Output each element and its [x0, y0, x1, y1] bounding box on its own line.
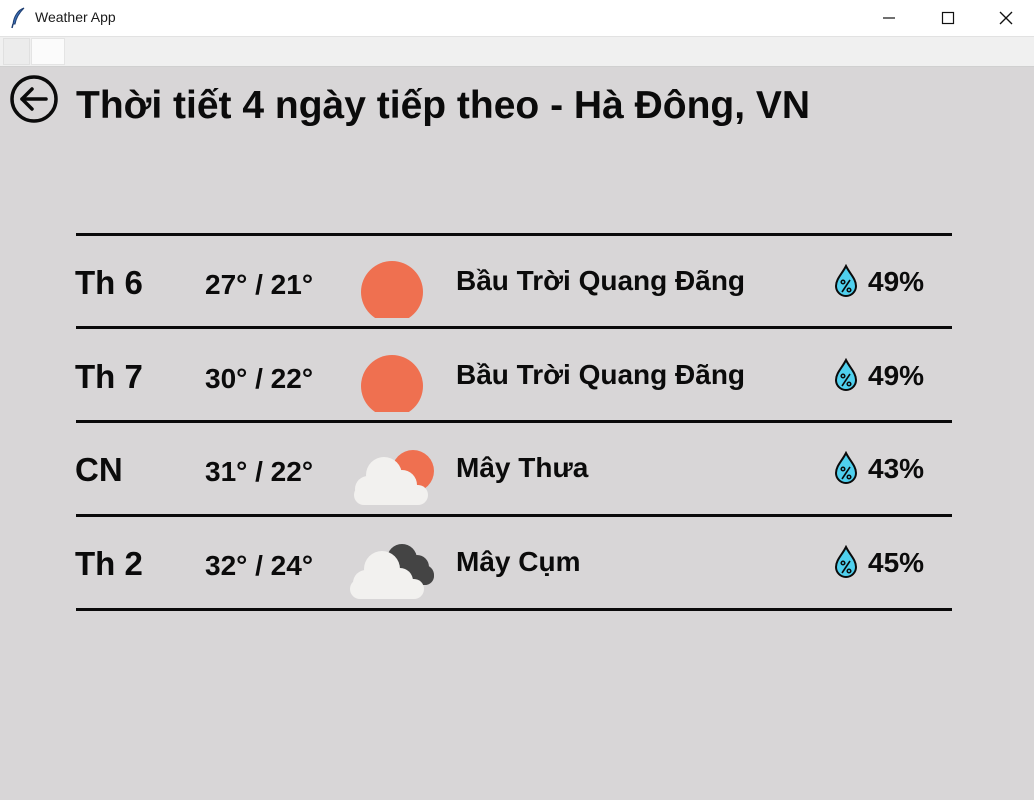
few-clouds-icon: [354, 450, 434, 505]
divider: [76, 326, 952, 329]
forecast-row: Th 7 30° / 22° Bầu Trời Quang Đãng 49%: [0, 330, 1034, 420]
close-button[interactable]: [977, 0, 1034, 36]
forecast-description: Mây Cụm: [456, 546, 581, 577]
forecast-day: Th 6: [75, 264, 143, 301]
sun-icon: [361, 261, 423, 318]
tab-2[interactable]: [31, 38, 65, 65]
page-title: Thời tiết 4 ngày tiếp theo - Hà Đông, VN: [76, 84, 811, 127]
feather-icon: [11, 7, 25, 29]
minimize-button[interactable]: [860, 0, 918, 36]
sun-icon: [361, 355, 423, 412]
forecast-description: Mây Thưa: [456, 452, 589, 483]
humidity-drop-icon: [834, 545, 858, 578]
forecast-day: CN: [75, 451, 123, 488]
humidity-drop-icon: [834, 264, 858, 297]
minimize-icon: [883, 17, 895, 19]
close-icon: [999, 11, 1013, 25]
divider: [76, 608, 952, 611]
forecast-humidity: 49%: [868, 360, 925, 391]
forecast-temp: 31° / 22°: [205, 456, 314, 487]
forecast-row: Th 6 27° / 21° Bầu Trời Quang Đãng 49%: [0, 236, 1034, 326]
forecast-day: Th 7: [75, 358, 143, 395]
humidity-drop-icon: [834, 451, 858, 484]
maximize-icon: [941, 11, 955, 25]
forecast-humidity: 45%: [868, 547, 925, 578]
forecast-description: Bầu Trời Quang Đãng: [456, 265, 746, 296]
forecast-humidity: 43%: [868, 453, 925, 484]
back-arrow-icon[interactable]: [10, 75, 60, 125]
forecast-temp: 30° / 22°: [205, 363, 314, 394]
maximize-button[interactable]: [919, 0, 977, 36]
forecast-description: Bầu Trời Quang Đãng: [456, 359, 746, 390]
window-title-bar: Weather App: [0, 0, 1034, 37]
forecast-temp: 32° / 24°: [205, 550, 314, 581]
tab-1[interactable]: [3, 38, 30, 65]
window-title: Weather App: [35, 9, 116, 25]
forecast-humidity: 49%: [868, 266, 925, 297]
tab-strip: [0, 37, 1034, 67]
broken-clouds-icon: [350, 544, 434, 599]
forecast-temp: 27° / 21°: [205, 269, 314, 300]
humidity-drop-icon: [834, 358, 858, 391]
forecast-row: Th 2 32° / 24° Mây Cụm 45%: [0, 517, 1034, 607]
forecast-row: CN 31° / 22° Mây Thưa 43%: [0, 423, 1034, 513]
forecast-day: Th 2: [75, 545, 143, 582]
